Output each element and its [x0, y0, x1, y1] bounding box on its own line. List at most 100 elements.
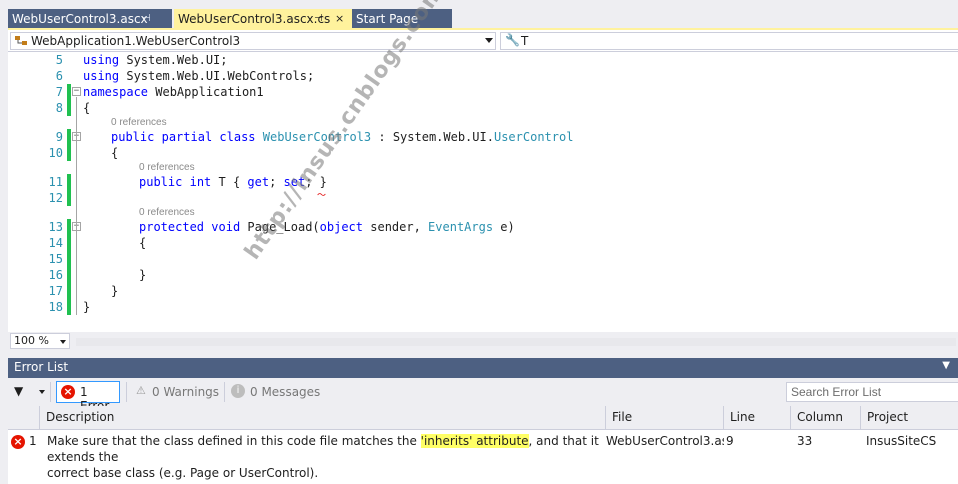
line-number: 10 — [48, 146, 63, 160]
pin-icon[interactable]: ⊣ — [142, 9, 151, 29]
zoom-dropdown[interactable]: 100 % — [10, 333, 70, 349]
chevron-down-icon[interactable] — [60, 340, 66, 344]
pin-icon[interactable]: ⊣ — [314, 9, 323, 29]
errors-filter-button[interactable]: × 1 Error — [56, 381, 120, 413]
code-text: protected void Page_Load(object sender, … — [139, 219, 515, 235]
filter-icon[interactable]: ▼ — [14, 384, 23, 398]
warnings-filter-button[interactable]: ⚠ 0 Warnings — [132, 381, 220, 403]
tab-start-page[interactable]: Start Page — [352, 9, 452, 30]
error-file: WebUserControl3.ascx — [606, 434, 724, 448]
chevron-down-icon[interactable] — [39, 390, 45, 394]
horizontal-scrollbar[interactable] — [76, 338, 956, 346]
keyword: get — [247, 175, 270, 189]
warning-icon: ⚠ — [136, 384, 146, 397]
type-name: EventArgs — [428, 220, 494, 234]
change-marker — [67, 145, 71, 161]
code-line: 18 } — [8, 299, 958, 315]
line-number: 14 — [48, 236, 63, 250]
tab-label: WebUserControl3.ascx.cs — [178, 12, 331, 26]
line-number: 5 — [55, 53, 63, 67]
search-input[interactable] — [787, 383, 947, 401]
messages-filter-label: 0 Messages — [250, 385, 321, 399]
keyword: set — [283, 175, 306, 189]
code-token: e) — [493, 220, 515, 234]
code-lens-references[interactable]: 0 references — [139, 161, 195, 175]
change-marker — [67, 235, 71, 251]
wrench-icon: 🔧 — [505, 33, 520, 47]
column-header-description[interactable]: Description — [40, 406, 606, 430]
chevron-down-icon[interactable] — [485, 38, 493, 43]
change-marker — [67, 267, 71, 283]
line-number: 6 — [55, 69, 63, 83]
change-marker — [67, 84, 71, 100]
code-token: : System.Web.UI. — [371, 130, 494, 144]
code-token: WebApplication1 — [148, 85, 264, 99]
code-line: 7 − namespace WebApplication1 — [8, 84, 958, 100]
description-highlight: 'inherits' attribute — [420, 434, 529, 448]
class-icon — [15, 36, 27, 45]
code-token: ; — [269, 175, 284, 189]
code-token: ; } — [305, 175, 327, 189]
code-text: namespace WebApplication1 — [83, 84, 264, 100]
column-header-file[interactable]: File — [606, 406, 724, 430]
code-token: sender, — [363, 220, 429, 234]
line-number: 8 — [55, 101, 63, 115]
change-marker — [67, 219, 71, 235]
code-line: 10 { — [8, 145, 958, 161]
error-list-title: Error List — [14, 360, 69, 374]
error-list-toolbar: ▼ × 1 Error ⚠ 0 Warnings i 0 Messages — [8, 378, 958, 413]
code-line: 12 — [8, 190, 958, 206]
warnings-filter-label: 0 Warnings — [152, 385, 220, 399]
code-line: 14 { — [8, 235, 958, 251]
line-number: 13 — [48, 220, 63, 234]
error-search-box[interactable] — [786, 382, 958, 402]
tab-webusercontrol3-ascx[interactable]: WebUserControl3.ascx ⊣ — [8, 9, 172, 30]
change-marker — [67, 283, 71, 299]
divider — [50, 382, 51, 402]
keyword: using — [83, 53, 120, 67]
code-line: 5 using System.Web.UI; — [8, 52, 958, 68]
member-selector-dropdown[interactable]: 🔧 T — [500, 32, 958, 50]
tab-label: Start Page — [356, 12, 419, 26]
column-header-line[interactable]: Line — [724, 406, 791, 430]
code-text: { — [111, 146, 119, 160]
change-marker — [67, 190, 71, 206]
error-column: 33 — [797, 434, 813, 448]
code-editor[interactable]: 5 using System.Web.UI; 6 using System.We… — [8, 52, 958, 332]
keyword: void — [211, 220, 241, 234]
code-lens-references[interactable]: 0 references — [111, 116, 167, 130]
code-line: 8 { — [8, 100, 958, 116]
close-icon[interactable]: × — [335, 9, 344, 29]
code-text: } — [139, 268, 147, 282]
line-number: 17 — [48, 284, 63, 298]
error-project: InsusSiteCS — [866, 434, 937, 448]
outline-guide — [76, 97, 77, 315]
class-selector-dropdown[interactable]: WebApplication1.WebUserControl3 — [10, 32, 496, 50]
zoom-level: 100 % — [14, 334, 49, 347]
keyword: public — [139, 175, 183, 189]
code-line: 11 public int T { get; set; } — [8, 174, 958, 190]
code-line: 17 } — [8, 283, 958, 299]
dropdown-icon[interactable]: ▼ — [942, 360, 950, 371]
keyword: namespace — [83, 85, 149, 99]
column-header-column[interactable]: Column — [791, 406, 861, 430]
error-list-header: Error List ▼ — [8, 358, 958, 378]
code-text: public int T { get; set; } — [139, 174, 327, 190]
code-text: using System.Web.UI; — [83, 52, 228, 68]
code-line: 16 } — [8, 267, 958, 283]
error-icon: × — [11, 435, 25, 449]
code-token: System.Web.UI; — [119, 53, 228, 67]
line-number: 16 — [48, 268, 63, 282]
column-header-index[interactable] — [8, 406, 40, 430]
code-lens-references[interactable]: 0 references — [139, 206, 195, 220]
keyword: class — [219, 130, 256, 144]
table-row[interactable]: × 1 Make sure that the class defined in … — [8, 430, 958, 480]
tab-webusercontrol3-ascx-cs[interactable]: WebUserControl3.ascx.cs ⊣ × — [174, 9, 352, 30]
tab-label: WebUserControl3.ascx — [12, 12, 148, 26]
code-text: } — [83, 300, 91, 314]
error-squiggle: 〜 — [317, 191, 327, 201]
column-header-project[interactable]: Project — [861, 406, 958, 430]
messages-filter-button[interactable]: i 0 Messages — [230, 381, 324, 403]
info-icon: i — [231, 384, 245, 398]
collapse-icon[interactable]: − — [72, 87, 81, 96]
